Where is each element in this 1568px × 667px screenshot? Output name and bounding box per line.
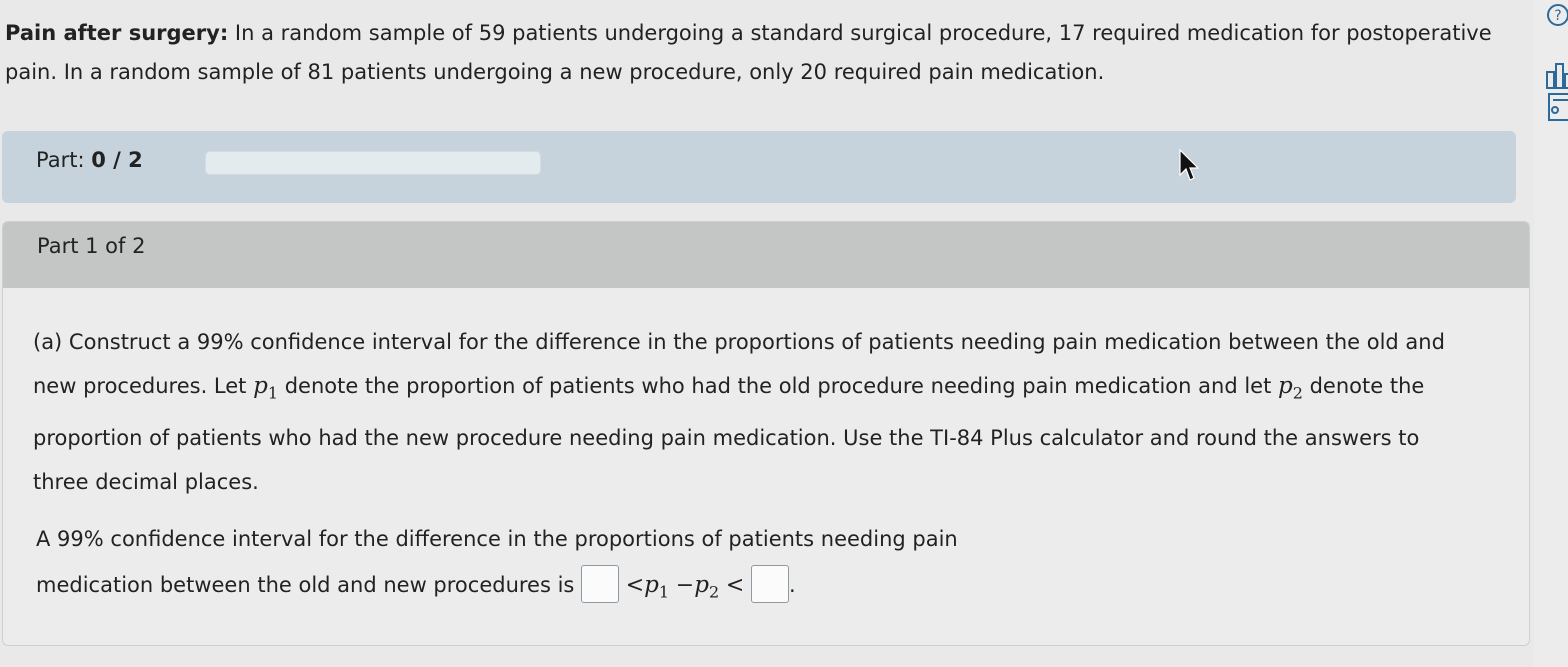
bar-chart-icon[interactable] (1544, 60, 1568, 90)
part-1-title: Part 1 of 2 (37, 234, 146, 258)
p1-symbol: p1 (644, 572, 670, 602)
part-progress-count: 0 / 2 (91, 148, 143, 172)
svg-text:?: ? (1554, 8, 1561, 24)
problem-statement: Pain after surgery: In a random sample o… (5, 14, 1505, 92)
problem-title: Pain after surgery: (5, 21, 229, 45)
progress-track (205, 151, 541, 175)
part-1-section: Part 1 of 2 (a) Construct a 99% confiden… (2, 221, 1530, 646)
answer-statement: A 99% confidence interval for the differ… (36, 516, 1476, 616)
answer-line-1: A 99% confidence interval for the differ… (36, 527, 958, 551)
side-toolbar: ? (1534, 0, 1568, 667)
lower-bound-input[interactable] (581, 565, 620, 603)
part-label: Part: 0 / 2 (36, 148, 143, 172)
problem-text: In a random sample of 59 patients underg… (5, 21, 1492, 84)
part-progress-bar: Part: 0 / 2 (2, 131, 1516, 203)
notes-icon[interactable] (1544, 92, 1568, 122)
p2-symbol: p2 (694, 572, 720, 602)
question-text: (a) Construct a 99% confidence interval … (33, 330, 1445, 494)
upper-bound-input[interactable] (750, 565, 789, 603)
p1-symbol: p1 (253, 373, 279, 403)
p2-symbol: p2 (1278, 373, 1303, 403)
answer-line-2: medication between the old and new proce… (36, 562, 1476, 616)
help-icon[interactable]: ? (1544, 2, 1568, 32)
mouse-cursor-icon (1179, 149, 1200, 181)
part-1-header: Part 1 of 2 (3, 222, 1529, 288)
